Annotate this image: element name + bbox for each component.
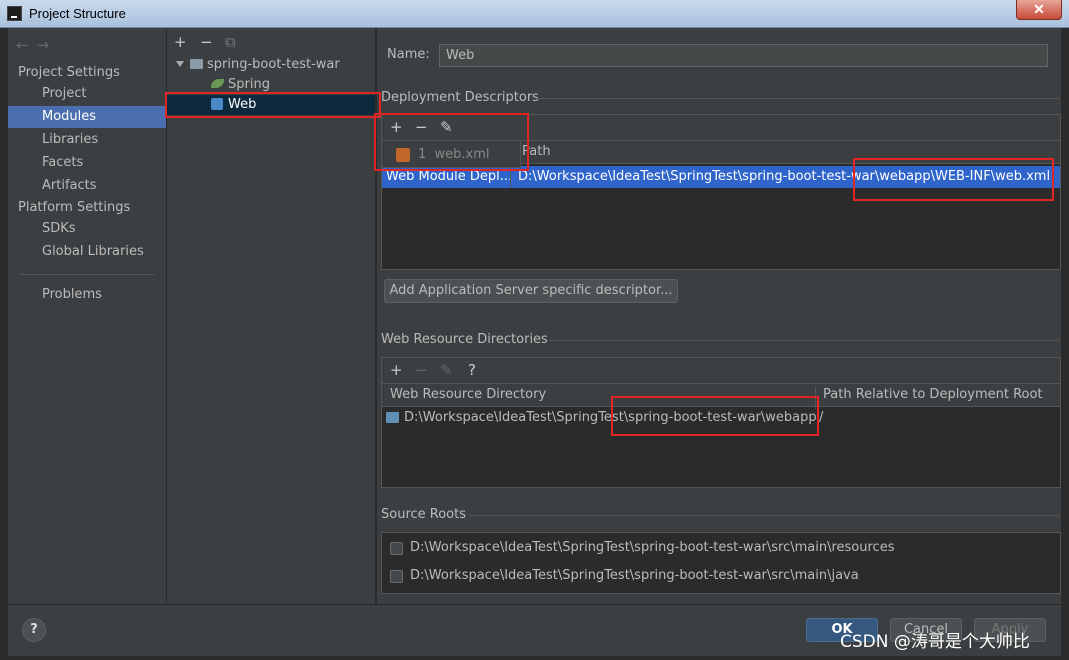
sidebar-item-project[interactable]: Project bbox=[8, 83, 166, 105]
platform-settings-header: Platform Settings bbox=[18, 200, 131, 215]
add-descriptor-button[interactable]: + bbox=[390, 118, 403, 136]
sidebar-item-facets[interactable]: Facets bbox=[8, 152, 166, 174]
watermark: CSDN @涛哥是个大帅比 bbox=[840, 632, 1030, 652]
tree-node-web[interactable]: Web bbox=[167, 95, 375, 115]
section-divider bbox=[549, 340, 1059, 341]
spring-leaf-icon bbox=[211, 79, 224, 88]
name-field[interactable]: Web bbox=[439, 44, 1048, 67]
help-icon[interactable]: ? bbox=[468, 361, 476, 379]
intellij-icon bbox=[7, 6, 22, 21]
table-row[interactable]: D:\Workspace\IdeaTest\SpringTest\spring-… bbox=[382, 407, 1060, 429]
popup-item-web-xml[interactable]: 1 web.xml bbox=[418, 147, 490, 162]
close-button[interactable]: ✕ bbox=[1016, 0, 1062, 20]
table-row[interactable]: Web Module Depl... D:\Workspace\IdeaTest… bbox=[382, 166, 1060, 188]
sidebar-divider bbox=[20, 274, 154, 275]
web-resource-directories-table: + − ✎ ? Web Resource Directory Path Rela… bbox=[381, 357, 1061, 488]
descriptor-type-cell: Web Module Depl... bbox=[386, 169, 513, 184]
sidebar-item-artifacts[interactable]: Artifacts bbox=[8, 175, 166, 197]
xml-file-icon bbox=[396, 148, 410, 162]
help-button[interactable]: ? bbox=[22, 618, 46, 642]
web-folder-icon bbox=[386, 412, 399, 423]
tree-node-module[interactable]: spring-boot-test-war bbox=[176, 55, 340, 75]
source-roots-header: Source Roots bbox=[381, 507, 467, 522]
nav-arrows: ←→ bbox=[16, 36, 57, 54]
source-root-checkbox[interactable] bbox=[390, 570, 403, 583]
remove-module-button[interactable]: − bbox=[200, 33, 213, 51]
window-title: Project Structure bbox=[29, 6, 126, 21]
web-resource-table-header: Web Resource Directory Path Relative to … bbox=[382, 384, 1060, 409]
column-separator bbox=[815, 387, 816, 409]
tree-node-spring[interactable]: Spring bbox=[211, 75, 270, 95]
deployment-descriptors-header: Deployment Descriptors bbox=[381, 90, 539, 105]
title-bar: Project Structure ✕ bbox=[0, 0, 1069, 28]
web-resource-directory-column[interactable]: Web Resource Directory bbox=[390, 387, 546, 402]
edit-descriptor-button[interactable]: ✎ bbox=[440, 118, 453, 136]
sidebar-item-sdks[interactable]: SDKs bbox=[8, 218, 166, 240]
tree-node-label: Spring bbox=[228, 77, 270, 92]
popup-item-index: 1 bbox=[418, 147, 427, 162]
deployment-descriptors-table: + − ✎ Path Web Module Depl... D:\Workspa… bbox=[381, 114, 1061, 270]
add-server-descriptor-button[interactable]: Add Application Server specific descript… bbox=[384, 279, 678, 303]
popup-item-label: web.xml bbox=[434, 147, 490, 162]
tree-node-label: Web bbox=[228, 97, 257, 112]
remove-descriptor-button[interactable]: − bbox=[415, 118, 428, 136]
sidebar-item-problems[interactable]: Problems bbox=[8, 284, 166, 306]
section-divider bbox=[469, 515, 1059, 516]
copy-module-button[interactable]: ⧉ bbox=[225, 33, 236, 51]
module-tree: + − ⧉ spring-boot-test-war Spring Web bbox=[166, 28, 376, 604]
sidebar-item-modules[interactable]: Modules bbox=[8, 106, 166, 128]
section-divider bbox=[537, 98, 1059, 99]
web-resource-directories-header: Web Resource Directories bbox=[381, 332, 548, 347]
sidebar-item-libraries[interactable]: Libraries bbox=[8, 129, 166, 151]
relative-path-column[interactable]: Path Relative to Deployment Root bbox=[823, 387, 1043, 402]
remove-web-resource-button[interactable]: − bbox=[415, 361, 428, 379]
web-resource-directory-cell: D:\Workspace\IdeaTest\SpringTest\spring-… bbox=[404, 410, 817, 425]
add-descriptor-popup: 1 web.xml bbox=[381, 140, 521, 168]
source-root-label: D:\Workspace\IdeaTest\SpringTest\spring-… bbox=[410, 540, 895, 555]
web-facet-icon bbox=[211, 98, 223, 110]
source-root-label: D:\Workspace\IdeaTest\SpringTest\spring-… bbox=[410, 568, 859, 583]
project-settings-header: Project Settings bbox=[18, 65, 120, 80]
module-folder-icon bbox=[190, 59, 203, 69]
source-root-checkbox[interactable] bbox=[390, 542, 403, 555]
edit-web-resource-button[interactable]: ✎ bbox=[440, 361, 453, 379]
source-roots-list: D:\Workspace\IdeaTest\SpringTest\spring-… bbox=[381, 532, 1061, 594]
descriptors-toolbar: + − ✎ bbox=[382, 115, 1060, 141]
column-separator bbox=[510, 166, 511, 188]
web-resource-toolbar: + − ✎ ? bbox=[382, 358, 1060, 384]
path-column-header[interactable]: Path bbox=[522, 144, 551, 159]
settings-sidebar: ←→ Project Settings Project Modules Libr… bbox=[8, 28, 166, 604]
add-module-button[interactable]: + bbox=[174, 33, 187, 51]
name-label: Name: bbox=[387, 47, 430, 62]
add-web-resource-button[interactable]: + bbox=[390, 361, 403, 379]
back-arrow-icon[interactable]: ← bbox=[16, 36, 37, 54]
expand-arrow-icon[interactable] bbox=[176, 61, 184, 67]
relative-path-cell: / bbox=[819, 410, 824, 425]
web-facet-editor: Name: Web Deployment Descriptors + − ✎ P… bbox=[377, 28, 1061, 604]
tree-node-label: spring-boot-test-war bbox=[207, 57, 340, 72]
sidebar-item-global-libraries[interactable]: Global Libraries bbox=[8, 241, 166, 263]
forward-arrow-icon[interactable]: → bbox=[37, 36, 58, 54]
descriptor-path-cell: D:\Workspace\IdeaTest\SpringTest\spring-… bbox=[518, 169, 1051, 184]
